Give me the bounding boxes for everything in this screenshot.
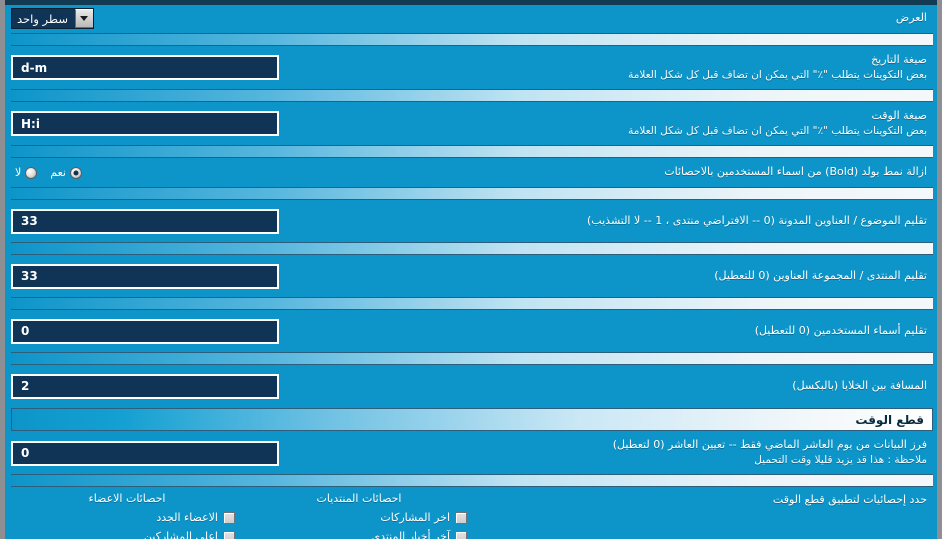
control-trim-usernames (11, 318, 279, 344)
label-cell-spacing-text: المسافة بين الخلايا (بالبكسل) (792, 378, 927, 392)
checkbox-icon[interactable] (455, 511, 467, 524)
label-trim-topic: تقليم الموضوع / العناوين المدونة (0 -- ا… (279, 212, 931, 231)
label-remove-bold: ازالة نمط بولد (Bold) من اسماء المستخدمي… (82, 163, 931, 182)
checkbox-item[interactable]: آخر أخبار المنتدى (243, 528, 475, 539)
setting-row-remove-bold: ازالة نمط بولد (Bold) من اسماء المستخدمي… (5, 159, 937, 186)
sort-days-input[interactable] (11, 440, 279, 466)
settings-panel: العرض سطر واحد صيغة التاريخ بعض التكوينا… (0, 0, 942, 539)
label-trim-forum: تقليم المنتدى / المجموعة العناوين (0 للت… (279, 267, 931, 286)
setting-row-display: العرض سطر واحد (5, 5, 937, 32)
control-sort-days (11, 440, 279, 466)
label-time-format: صيغة الوقت بعض التكوينات يتطلب "٪" التي … (279, 107, 931, 140)
separator-5 (11, 242, 933, 255)
label-time-format-desc: بعض التكوينات يتطلب "٪" التي يمكن ان تضا… (628, 124, 927, 137)
label-sort-days-desc: ملاحظة : هذا قد يزيد قليلا وقت التحميل (754, 454, 927, 467)
setting-row-time-format: صيغة الوقت بعض التكوينات يتطلب "٪" التي … (5, 103, 937, 144)
remove-bold-radio-yes[interactable]: نعم (50, 166, 82, 179)
checkbox-label: الاعضاء الجدد (156, 511, 218, 524)
separator-6 (11, 297, 933, 310)
setting-row-stats-select: حدد إحصائيات لتطبيق قطع الوقت احصائات ال… (5, 488, 937, 539)
remove-bold-radio-yes-label: نعم (50, 166, 66, 179)
setting-row-trim-topic: تقليم الموضوع / العناوين المدونة (0 -- ا… (5, 201, 937, 241)
radio-selected-icon[interactable] (69, 166, 82, 179)
checkbox-label: اعلى المشاركين (143, 530, 218, 539)
display-mode-select-value: سطر واحد (12, 9, 75, 28)
stats-columns: احصائات المنتديات اخر المشاركات آخر أخبا… (11, 490, 475, 539)
chevron-down-icon[interactable] (74, 9, 93, 28)
radio-unselected-icon[interactable] (25, 166, 38, 179)
cell-spacing-input[interactable] (11, 373, 279, 399)
label-sort-days: فرز البيانات من يوم العاشر الماضي فقط --… (279, 436, 931, 469)
control-time-format (11, 111, 279, 136)
checkbox-label: اخر المشاركات (380, 511, 450, 524)
separator-7 (11, 352, 933, 365)
section-header-timecut: قطع الوقت (11, 408, 933, 431)
setting-row-date-format: صيغة التاريخ بعض التكوينات يتطلب "٪" الت… (5, 47, 937, 88)
label-trim-forum-text: تقليم المنتدى / المجموعة العناوين (0 للت… (714, 268, 927, 282)
label-cell-spacing: المسافة بين الخلايا (بالبكسل) (279, 377, 931, 396)
label-time-format-title: صيغة الوقت (871, 108, 927, 122)
separator-8 (11, 474, 933, 487)
time-format-input[interactable] (11, 111, 279, 136)
setting-row-trim-usernames: تقليم أسماء المستخدمين (0 للتعطيل) (5, 311, 937, 351)
stats-column-members-head: احصائات الاعضاء (88, 492, 166, 505)
separator-4 (11, 187, 933, 200)
label-display-text: العرض (895, 11, 927, 25)
checkbox-item[interactable]: الاعضاء الجدد (11, 509, 243, 528)
label-remove-bold-text: ازالة نمط بولد (Bold) من اسماء المستخدمي… (664, 165, 927, 179)
remove-bold-radio-no[interactable]: لا (15, 166, 38, 179)
control-display: سطر واحد (11, 8, 94, 29)
checkbox-label: آخر أخبار المنتدى (371, 530, 450, 539)
label-sort-days-title: فرز البيانات من يوم العاشر الماضي فقط --… (612, 438, 927, 452)
separator-1 (11, 33, 933, 46)
stats-column-forums: احصائات المنتديات اخر المشاركات آخر أخبا… (243, 490, 475, 539)
stats-column-members: احصائات الاعضاء الاعضاء الجدد اعلى المشا… (11, 490, 243, 539)
label-date-format-desc: بعض التكوينات يتطلب "٪" التي يمكن ان تضا… (628, 68, 927, 81)
checkbox-icon[interactable] (455, 530, 467, 539)
control-remove-bold: نعم لا (11, 166, 82, 179)
display-mode-select[interactable]: سطر واحد (11, 8, 94, 29)
checkbox-item[interactable]: اعلى المشاركين (11, 528, 243, 539)
control-trim-topic (11, 208, 279, 234)
trim-usernames-input[interactable] (11, 318, 279, 344)
checkbox-icon[interactable] (223, 511, 235, 524)
trim-topic-input[interactable] (11, 208, 279, 234)
remove-bold-radio-group: نعم لا (11, 166, 82, 179)
stats-column-forums-head: احصائات المنتديات (316, 492, 402, 505)
section-header-timecut-title: قطع الوقت (855, 412, 924, 427)
trim-forum-input[interactable] (11, 263, 279, 289)
label-display: العرض (94, 9, 931, 28)
checkbox-item[interactable]: اخر المشاركات (243, 509, 475, 528)
control-trim-forum (11, 263, 279, 289)
label-trim-usernames-text: تقليم أسماء المستخدمين (0 للتعطيل) (754, 323, 927, 337)
setting-row-sort-days: فرز البيانات من يوم العاشر الماضي فقط --… (5, 433, 937, 473)
label-date-format-title: صيغة التاريخ (871, 52, 927, 66)
label-trim-topic-text: تقليم الموضوع / العناوين المدونة (0 -- ا… (587, 213, 927, 227)
separator-3 (11, 145, 933, 158)
separator-2 (11, 89, 933, 102)
control-date-format (11, 55, 279, 80)
control-cell-spacing (11, 373, 279, 399)
label-stats-select: حدد إحصائيات لتطبيق قطع الوقت (772, 493, 927, 506)
checkbox-icon[interactable] (223, 530, 235, 539)
date-format-input[interactable] (11, 55, 279, 80)
remove-bold-radio-no-label: لا (15, 166, 22, 179)
label-trim-usernames: تقليم أسماء المستخدمين (0 للتعطيل) (279, 322, 931, 341)
setting-row-trim-forum: تقليم المنتدى / المجموعة العناوين (0 للت… (5, 256, 937, 296)
label-date-format: صيغة التاريخ بعض التكوينات يتطلب "٪" الت… (279, 51, 931, 84)
setting-row-cell-spacing: المسافة بين الخلايا (بالبكسل) (5, 366, 937, 406)
